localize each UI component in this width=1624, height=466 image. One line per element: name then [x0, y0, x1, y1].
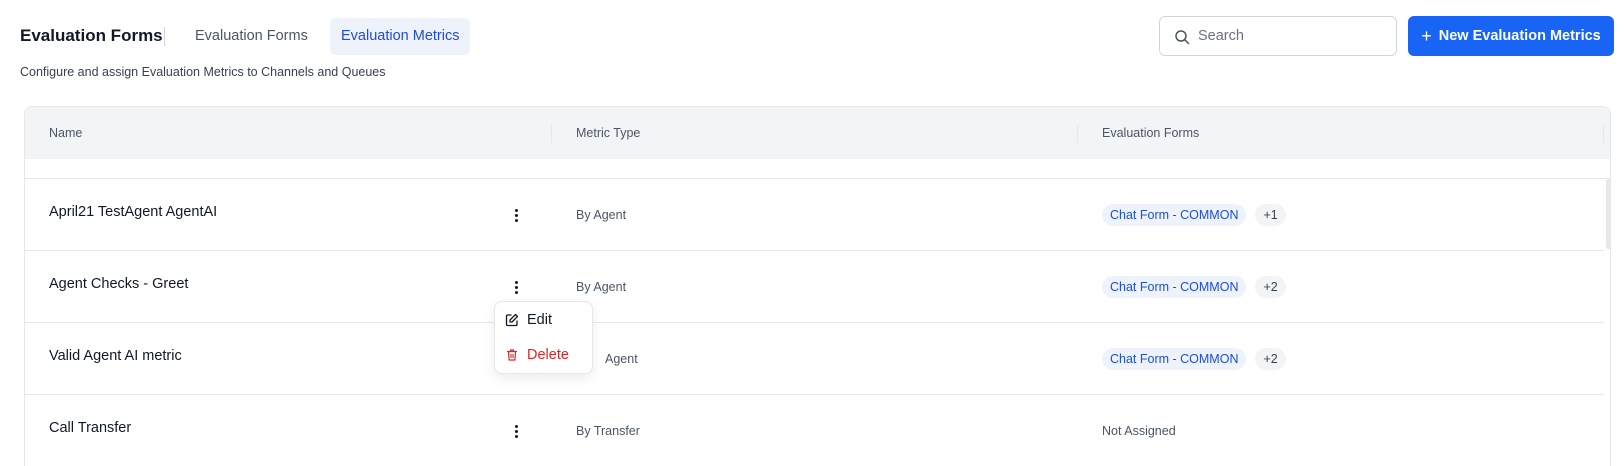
metric-type: By Agent [576, 280, 627, 294]
evaluation-forms-cell: Chat Form - COMMON +2 [1102, 276, 1286, 298]
trash-icon [506, 349, 518, 361]
edit-menu-item[interactable]: Edit [505, 307, 552, 333]
new-evaluation-metrics-button[interactable]: + New Evaluation Metrics [1408, 16, 1614, 56]
page-subtitle: Configure and assign Evaluation Metrics … [20, 65, 386, 79]
column-divider [1077, 125, 1078, 143]
search-icon [1175, 30, 1190, 45]
title-divider [164, 27, 165, 46]
table-scrollbar[interactable] [1606, 179, 1610, 249]
table-row[interactable]: Valid Agent AI metric Agent Chat Form - … [25, 323, 1604, 395]
tab-evaluation-forms[interactable]: Evaluation Forms [184, 18, 319, 55]
table-row[interactable]: Agent Checks - Greet By Agent Chat Form … [25, 251, 1604, 323]
search-box[interactable] [1159, 16, 1397, 56]
more-forms-badge[interactable]: +2 [1255, 276, 1286, 298]
metric-type: By Transfer [576, 424, 640, 438]
more-forms-badge[interactable]: +2 [1255, 348, 1286, 370]
row-context-menu: Edit Delete [494, 301, 593, 374]
plus-icon: + [1421, 26, 1432, 46]
column-header-evaluation-forms[interactable]: Evaluation Forms [1102, 107, 1199, 159]
evaluation-forms-cell: Chat Form - COMMON +2 [1102, 348, 1286, 370]
metric-name: Call Transfer [49, 420, 132, 436]
not-assigned-label: Not Assigned [1102, 424, 1176, 438]
metric-name: Agent Checks - Greet [49, 276, 189, 292]
evaluation-forms-cell: Chat Form - COMMON +1 [1102, 204, 1286, 226]
delete-menu-item[interactable]: Delete [505, 342, 569, 368]
page-title: Evaluation Forms [20, 26, 163, 45]
form-chip[interactable]: Chat Form - COMMON [1102, 204, 1247, 226]
metric-type: Agent [605, 352, 638, 366]
table-row[interactable]: Call Transfer By Transfer Not Assigned [25, 395, 1604, 466]
more-options-icon[interactable] [506, 419, 526, 443]
metric-type: By Agent [576, 208, 627, 222]
page-header: Evaluation Forms Evaluation Forms Evalua… [0, 0, 1624, 100]
column-divider [551, 125, 552, 143]
form-chip[interactable]: Chat Form - COMMON [1102, 276, 1247, 298]
table-header: Name Metric Type Evaluation Forms [25, 107, 1610, 159]
column-header-metric-type[interactable]: Metric Type [576, 107, 640, 159]
new-button-label: New Evaluation Metrics [1438, 28, 1601, 44]
metric-name: April21 TestAgent AgentAI [49, 204, 218, 220]
tab-evaluation-metrics[interactable]: Evaluation Metrics [330, 18, 471, 55]
table-row[interactable]: April21 TestAgent AgentAI By Agent Chat … [25, 179, 1604, 251]
edit-label: Edit [527, 312, 552, 328]
more-options-icon[interactable] [506, 275, 526, 299]
column-header-name[interactable]: Name [49, 107, 82, 159]
metric-name: Valid Agent AI metric [49, 348, 182, 364]
metrics-table: Name Metric Type Evaluation Forms April2… [24, 106, 1611, 466]
table-row-partial [25, 159, 1610, 179]
form-chip[interactable]: Chat Form - COMMON [1102, 348, 1247, 370]
column-divider [1603, 125, 1604, 143]
search-input[interactable] [1198, 17, 1388, 55]
edit-icon [505, 313, 519, 327]
delete-label: Delete [527, 347, 569, 363]
more-options-icon[interactable] [506, 203, 526, 227]
more-forms-badge[interactable]: +1 [1255, 204, 1286, 226]
